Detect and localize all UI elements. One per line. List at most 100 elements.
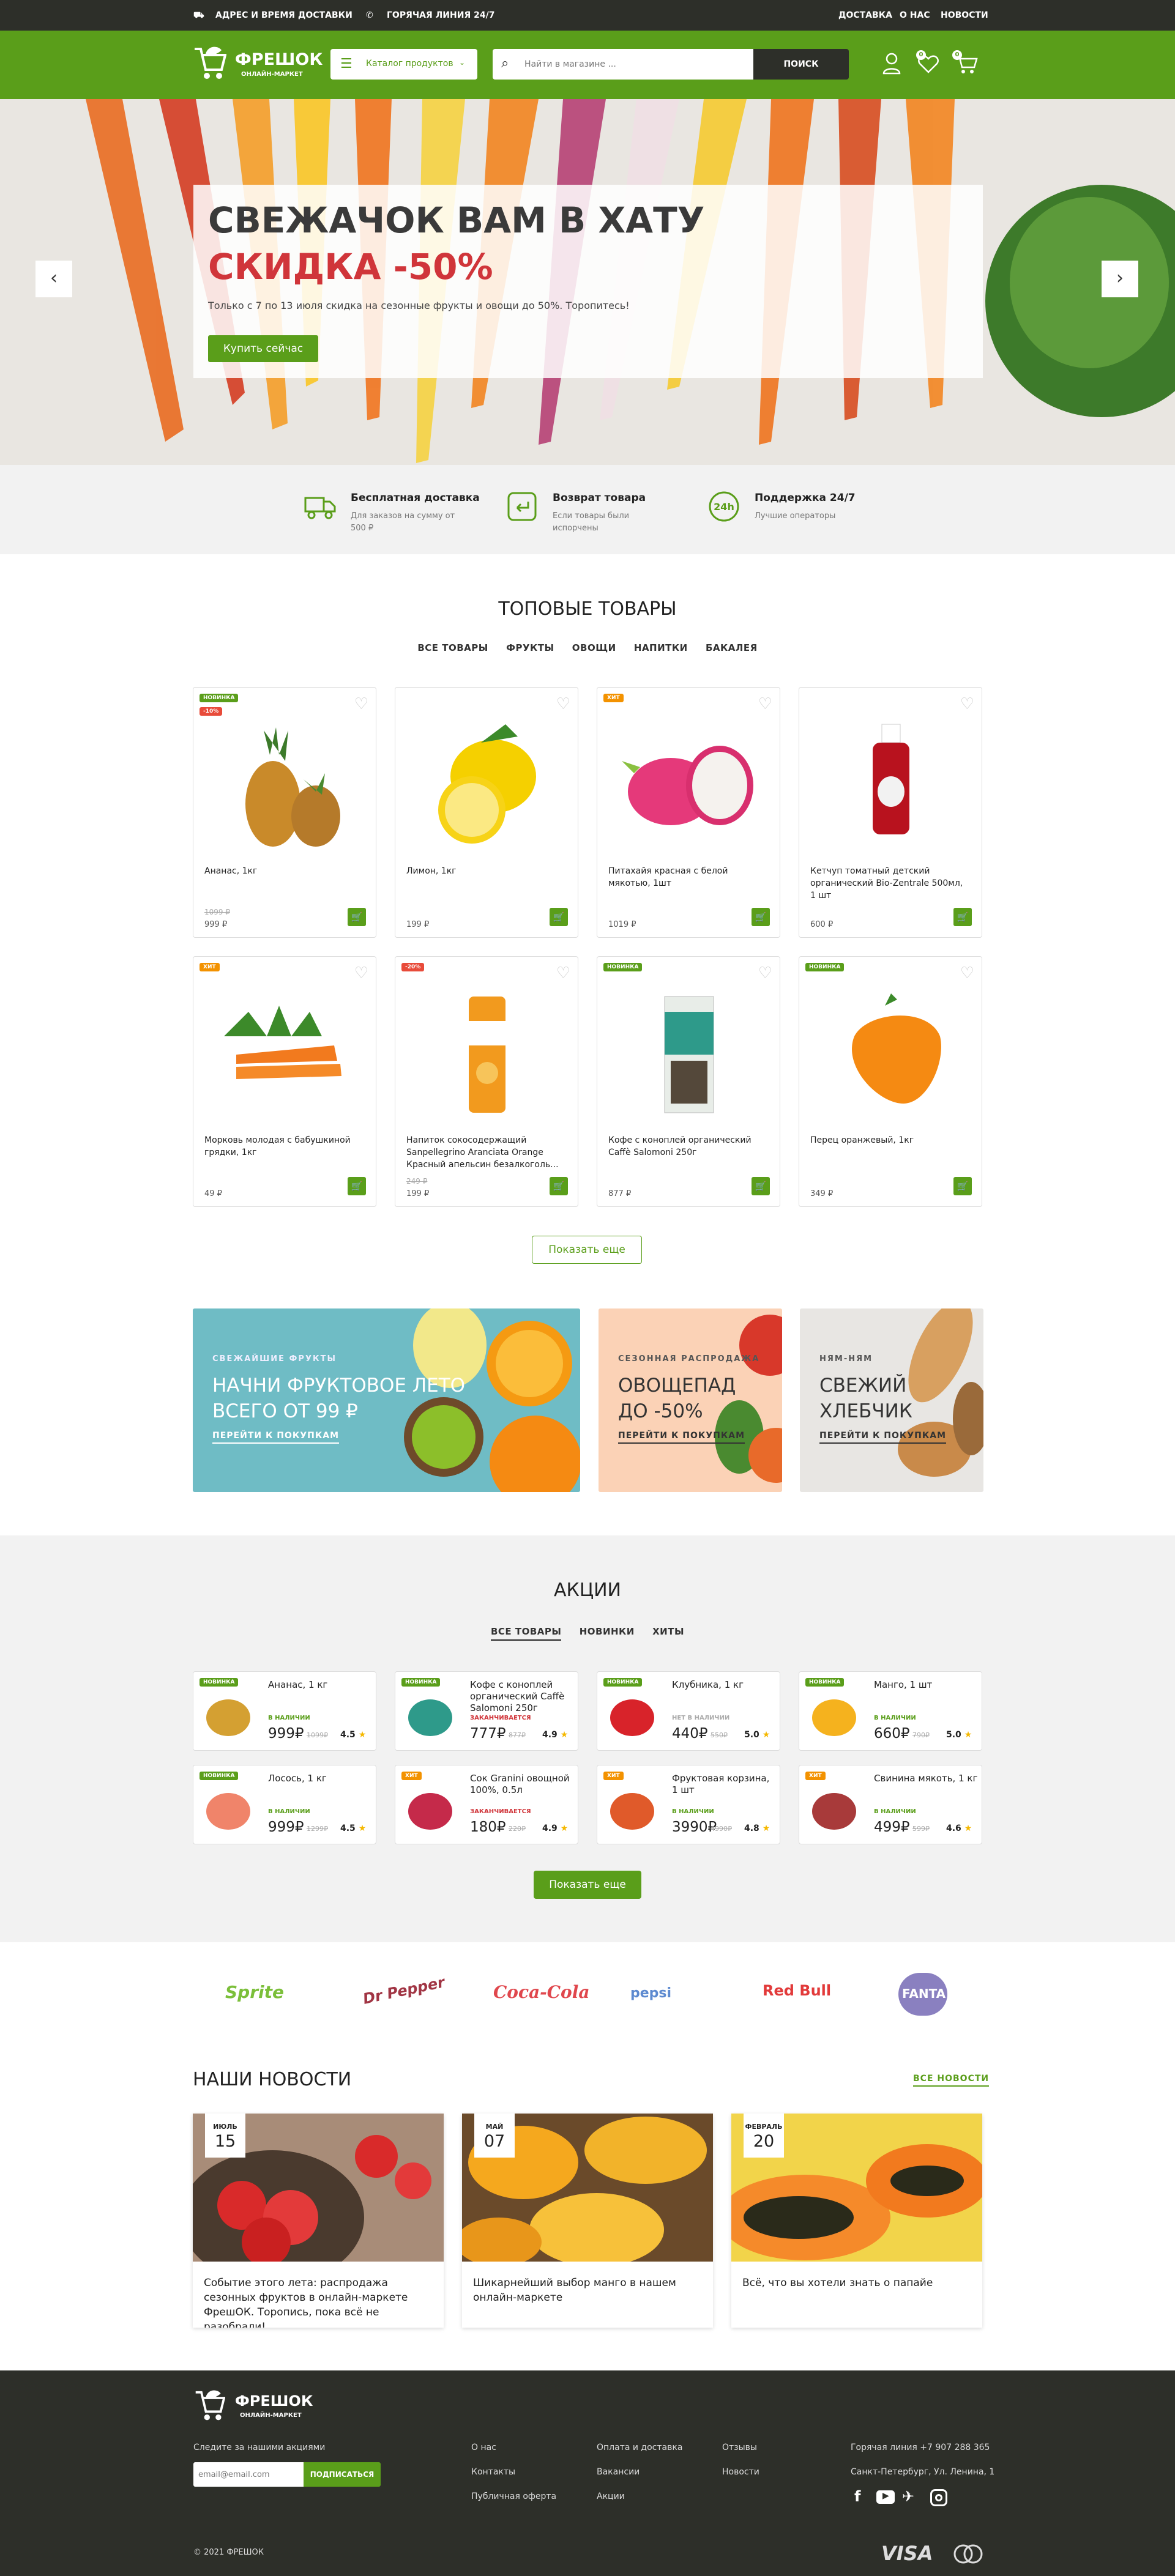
product-name[interactable]: Лимон, 1кг: [406, 865, 565, 877]
brand-logo-drpepper[interactable]: Dr Pepper: [362, 1973, 447, 2008]
product-name[interactable]: Ананас, 1кг: [204, 865, 364, 877]
deals-tab-new[interactable]: НОВИНКИ: [580, 1626, 635, 1637]
favorite-heart-icon[interactable]: ♡: [758, 695, 772, 713]
logo-text[interactable]: ФРЕШОК: [235, 50, 323, 69]
footer-link-sales[interactable]: Акции: [597, 2492, 625, 2501]
footer-logo-text[interactable]: ФРЕШОК: [235, 2392, 313, 2410]
footer-phone[interactable]: Горячая линия +7 907 288 365: [851, 2443, 990, 2452]
product-name[interactable]: Питахайя красная с белой мякотью, 1шт: [608, 865, 767, 889]
promo-veg-link[interactable]: ПЕРЕЙТИ К ПОКУПКАМ: [618, 1431, 745, 1444]
promo-fruits[interactable]: СВЕЖАЙШИЕ ФРУКТЫ НАЧНИ ФРУКТОВОЕ ЛЕТО ВС…: [193, 1308, 580, 1492]
brand-logo-redbull[interactable]: Red Bull: [763, 1982, 831, 1999]
slider-prev-button[interactable]: ‹: [35, 261, 72, 297]
deal-card[interactable]: НОВИНКА Кофе с коноплей органический Caff…: [395, 1671, 578, 1751]
product-name[interactable]: Перец оранжевый, 1кг: [810, 1134, 969, 1146]
search-input[interactable]: [524, 55, 745, 73]
show-more-button[interactable]: Показать еще: [532, 1236, 642, 1264]
product-card[interactable]: НОВИНКА -10% ♡ Ананас, 1кг 1099 ₽ 999 ₽ …: [193, 687, 376, 938]
favorite-heart-icon[interactable]: ♡: [960, 964, 974, 982]
youtube-icon[interactable]: ▶: [876, 2490, 895, 2504]
brand-logo-pepsi[interactable]: pepsi: [630, 1986, 671, 2001]
tab-vegetables[interactable]: ОВОЩИ: [572, 642, 616, 653]
deals-show-more-button[interactable]: Показать еще: [534, 1871, 641, 1899]
footer-link-about[interactable]: О нас: [471, 2443, 496, 2452]
nav-about[interactable]: О НАС: [900, 10, 930, 20]
footer-link-vacancies[interactable]: Вакансии: [597, 2467, 640, 2477]
subscribe-button[interactable]: ПОДПИСАТЬСЯ: [304, 2462, 381, 2487]
deals-tab-all[interactable]: ВСЕ ТОВАРЫ: [490, 1626, 562, 1641]
instagram-icon[interactable]: [930, 2489, 947, 2506]
deal-card[interactable]: НОВИНКА Клубника, 1 кг НЕТ В НАЛИЧИИ 440₽ 55…: [597, 1671, 780, 1751]
product-card[interactable]: НОВИНКА ♡ Кофе с коноплей органический C…: [597, 956, 780, 1207]
nav-news[interactable]: НОВОСТИ: [941, 10, 988, 20]
favorite-heart-icon[interactable]: ♡: [354, 964, 368, 982]
tab-grocery[interactable]: БАКАЛЕЯ: [706, 642, 758, 653]
promo-vegetables[interactable]: СЕЗОННАЯ РАСПРОДАЖА ОВОЩЕПАД ДО -50% ПЕР…: [599, 1308, 782, 1492]
news-card[interactable]: ИЮЛЬ 15 Событие этого лета: распродажа се…: [193, 2114, 444, 2328]
product-card[interactable]: ХИТ ♡ Морковь молодая с бабушкиной грядк…: [193, 956, 376, 1207]
add-to-cart-button[interactable]: 🛒: [953, 1177, 972, 1195]
news-text[interactable]: Шикарнейший выбор манго в нашем онлайн-м…: [473, 2276, 699, 2305]
deal-card[interactable]: НОВИНКА Ананас, 1 кг В НАЛИЧИИ 999₽ 1099₽ 4.5…: [193, 1671, 376, 1751]
deal-card[interactable]: ХИТ Фруктовая корзина, 1 шт В НАЛИЧИИ 3990₽…: [597, 1765, 780, 1844]
deal-name[interactable]: Клубника, 1 кг: [672, 1679, 776, 1691]
catalog-button[interactable]: ☰ Каталог продуктов ⌄: [330, 49, 477, 80]
hero-buy-button[interactable]: Купить сейчас: [208, 335, 318, 362]
brand-logo-sprite[interactable]: Sprite: [225, 1982, 284, 2002]
product-name[interactable]: Кофе с коноплей органический Caffè Salom…: [608, 1134, 767, 1159]
add-to-cart-button[interactable]: 🛒: [752, 908, 770, 926]
product-card[interactable]: ♡ Лимон, 1кг 199 ₽ 🛒: [395, 687, 578, 938]
deal-name[interactable]: Сок Granini овощной 100%, 0.5л: [470, 1773, 574, 1796]
product-name[interactable]: Напиток сокосодержащий Sanpellegrino Ara…: [406, 1134, 565, 1171]
tab-fruits[interactable]: ФРУКТЫ: [506, 642, 554, 653]
footer-link-contacts[interactable]: Контакты: [471, 2467, 515, 2477]
footer-link-payment[interactable]: Оплата и доставка: [597, 2443, 682, 2452]
add-to-cart-button[interactable]: 🛒: [953, 908, 972, 926]
favorite-heart-icon[interactable]: ♡: [556, 695, 570, 713]
news-card[interactable]: ФЕВРАЛЬ 20 Всё, что вы хотели знать о пап…: [731, 2114, 982, 2328]
add-to-cart-button[interactable]: 🛒: [752, 1177, 770, 1195]
delivery-link[interactable]: АДРЕС И ВРЕМЯ ДОСТАВКИ: [215, 10, 352, 20]
slider-next-button[interactable]: ›: [1102, 261, 1138, 297]
promo-bread[interactable]: НЯМ-НЯМ СВЕЖИЙ ХЛЕБЧИК ПЕРЕЙТИ К ПОКУПКА…: [800, 1308, 983, 1492]
add-to-cart-button[interactable]: 🛒: [348, 908, 366, 926]
subscribe-email-input[interactable]: [193, 2462, 304, 2487]
deal-card[interactable]: НОВИНКА Манго, 1 шт В НАЛИЧИИ 660₽ 790₽ 5.0 ★: [799, 1671, 982, 1751]
footer-link-reviews[interactable]: Отзывы: [722, 2443, 757, 2452]
hotline-link[interactable]: ГОРЯЧАЯ ЛИНИЯ 24/7: [387, 10, 494, 20]
deal-name[interactable]: Фруктовая корзина, 1 шт: [672, 1773, 776, 1796]
brand-logo-fanta-circle[interactable]: FANTA: [898, 1973, 947, 2016]
add-to-cart-button[interactable]: 🛒: [550, 1177, 568, 1195]
promo-fruits-link[interactable]: ПЕРЕЙТИ К ПОКУПКАМ: [212, 1431, 340, 1444]
product-card[interactable]: -20% ♡ Напиток сокосодержащий Sanpellegr…: [395, 956, 578, 1207]
user-icon[interactable]: [882, 53, 901, 75]
deal-name[interactable]: Лосось, 1 кг: [268, 1773, 372, 1784]
tab-drinks[interactable]: НАПИТКИ: [634, 642, 688, 653]
facebook-icon[interactable]: f: [854, 2488, 860, 2505]
product-card[interactable]: ХИТ ♡ Питахайя красная с белой мякотью, …: [597, 687, 780, 938]
product-name[interactable]: Кетчуп томатный детский органический Bio…: [810, 865, 969, 902]
deals-tab-hits[interactable]: ХИТЫ: [652, 1626, 684, 1637]
footer-logo-cart-icon[interactable]: [193, 2389, 226, 2423]
deal-card[interactable]: ХИТ Сок Granini овощной 100%, 0.5л ЗАКАНЧИ…: [395, 1765, 578, 1844]
logo-cart-icon[interactable]: [192, 45, 227, 82]
favorite-heart-icon[interactable]: ♡: [354, 695, 368, 713]
deal-card[interactable]: ХИТ Свинина мякоть, 1 кг В НАЛИЧИИ 499₽ 599₽…: [799, 1765, 982, 1844]
promo-bread-link[interactable]: ПЕРЕЙТИ К ПОКУПКАМ: [819, 1431, 947, 1444]
favorite-heart-icon[interactable]: ♡: [960, 695, 974, 713]
search-button[interactable]: ПОИСК: [753, 49, 849, 80]
all-news-link[interactable]: ВСЕ НОВОСТИ: [913, 2074, 990, 2087]
deal-name[interactable]: Манго, 1 шт: [874, 1679, 978, 1691]
telegram-icon[interactable]: ✈: [902, 2488, 914, 2505]
deal-name[interactable]: Кофе с коноплей органический Caffè Salom…: [470, 1679, 574, 1714]
footer-link-news[interactable]: Новости: [722, 2467, 759, 2477]
deal-name[interactable]: Свинина мякоть, 1 кг: [874, 1773, 978, 1784]
favorite-heart-icon[interactable]: ♡: [556, 964, 570, 982]
news-card[interactable]: МАЙ 07 Шикарнейший выбор манго в нашем он…: [462, 2114, 713, 2328]
news-text[interactable]: Событие этого лета: распродажа сезонных …: [204, 2276, 430, 2328]
product-name[interactable]: Морковь молодая с бабушкиной грядки, 1кг: [204, 1134, 364, 1159]
deal-card[interactable]: НОВИНКА Лосось, 1 кг В НАЛИЧИИ 999₽ 1299₽ 4.5…: [193, 1765, 376, 1844]
news-text[interactable]: Всё, что вы хотели знать о папайе: [742, 2276, 969, 2290]
product-card[interactable]: НОВИНКА ♡ Перец оранжевый, 1кг 349 ₽ 🛒: [799, 956, 982, 1207]
add-to-cart-button[interactable]: 🛒: [550, 908, 568, 926]
